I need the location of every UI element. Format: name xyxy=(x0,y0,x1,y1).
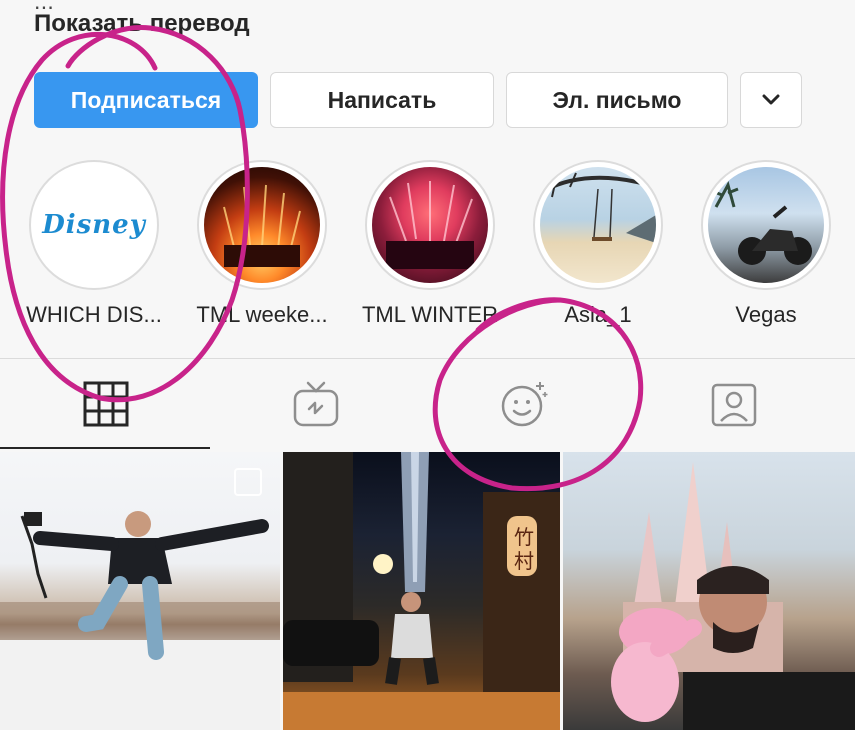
grid-icon xyxy=(83,381,129,427)
highlight-ring xyxy=(197,160,327,290)
posts-grid: 竹 村 xyxy=(0,452,855,730)
profile-actions: Подписаться Написать Эл. письмо xyxy=(34,72,802,128)
highlight-ring xyxy=(701,160,831,290)
highlight-ring xyxy=(533,160,663,290)
message-button[interactable]: Написать xyxy=(270,72,494,128)
fireworks-image xyxy=(223,184,301,267)
highlight-label: Vegas xyxy=(735,302,797,327)
highlight-ring xyxy=(365,160,495,290)
highlight-cover: Disney xyxy=(36,167,152,283)
highlight-item[interactable]: Disney WHICH DIS... xyxy=(10,160,178,328)
highlight-item[interactable]: Vegas xyxy=(682,160,850,328)
more-options-button[interactable] xyxy=(740,72,802,128)
tabs-divider xyxy=(0,358,855,359)
tab-igtv[interactable] xyxy=(290,378,342,430)
highlight-cover xyxy=(204,167,320,283)
tagged-person-icon xyxy=(711,383,757,427)
disney-logo: Disney xyxy=(42,210,146,240)
face-sparkle-icon xyxy=(501,382,548,427)
follow-button[interactable]: Подписаться xyxy=(34,72,258,128)
svg-text:村: 村 xyxy=(514,549,534,573)
story-highlights: Disney WHICH DIS... TML weeke... TML WIN… xyxy=(0,160,855,340)
tab-effects[interactable] xyxy=(498,378,550,430)
highlight-label: WHICH DIS... xyxy=(26,302,162,327)
highlight-label: Asia_1 xyxy=(564,302,632,327)
motorcycle-image xyxy=(711,181,812,265)
email-button[interactable]: Эл. письмо xyxy=(506,72,728,128)
highlight-label: TML WINTER xyxy=(361,302,499,327)
highlight-label: TML weeke... xyxy=(196,302,328,327)
post-thumbnail[interactable] xyxy=(0,452,280,730)
svg-text:竹: 竹 xyxy=(514,525,534,549)
show-translation-link[interactable]: Показать перевод xyxy=(34,10,250,38)
highlight-cover xyxy=(540,167,656,283)
highlight-ring: Disney xyxy=(29,160,159,290)
active-tab-indicator xyxy=(0,447,210,449)
post-thumbnail[interactable] xyxy=(563,452,855,730)
festival-image xyxy=(386,181,474,269)
castle-cotton-candy-photo xyxy=(611,462,855,730)
highlight-item[interactable]: Asia_1 xyxy=(514,160,682,328)
highlight-item[interactable]: TML weeke... xyxy=(178,160,346,328)
tab-tagged[interactable] xyxy=(708,378,760,430)
beach-swing-image xyxy=(540,172,656,243)
highlight-cover xyxy=(708,167,824,283)
post-thumbnail[interactable]: 竹 村 xyxy=(283,452,560,730)
igtv-icon xyxy=(293,381,339,427)
night-street-photo: 竹 村 xyxy=(283,452,560,730)
multiple-photos-icon xyxy=(234,468,262,496)
highlight-item[interactable]: TML WINTER xyxy=(346,160,514,328)
tab-posts-grid[interactable] xyxy=(80,378,132,430)
highlight-cover xyxy=(372,167,488,283)
chevron-down-icon xyxy=(762,94,780,105)
